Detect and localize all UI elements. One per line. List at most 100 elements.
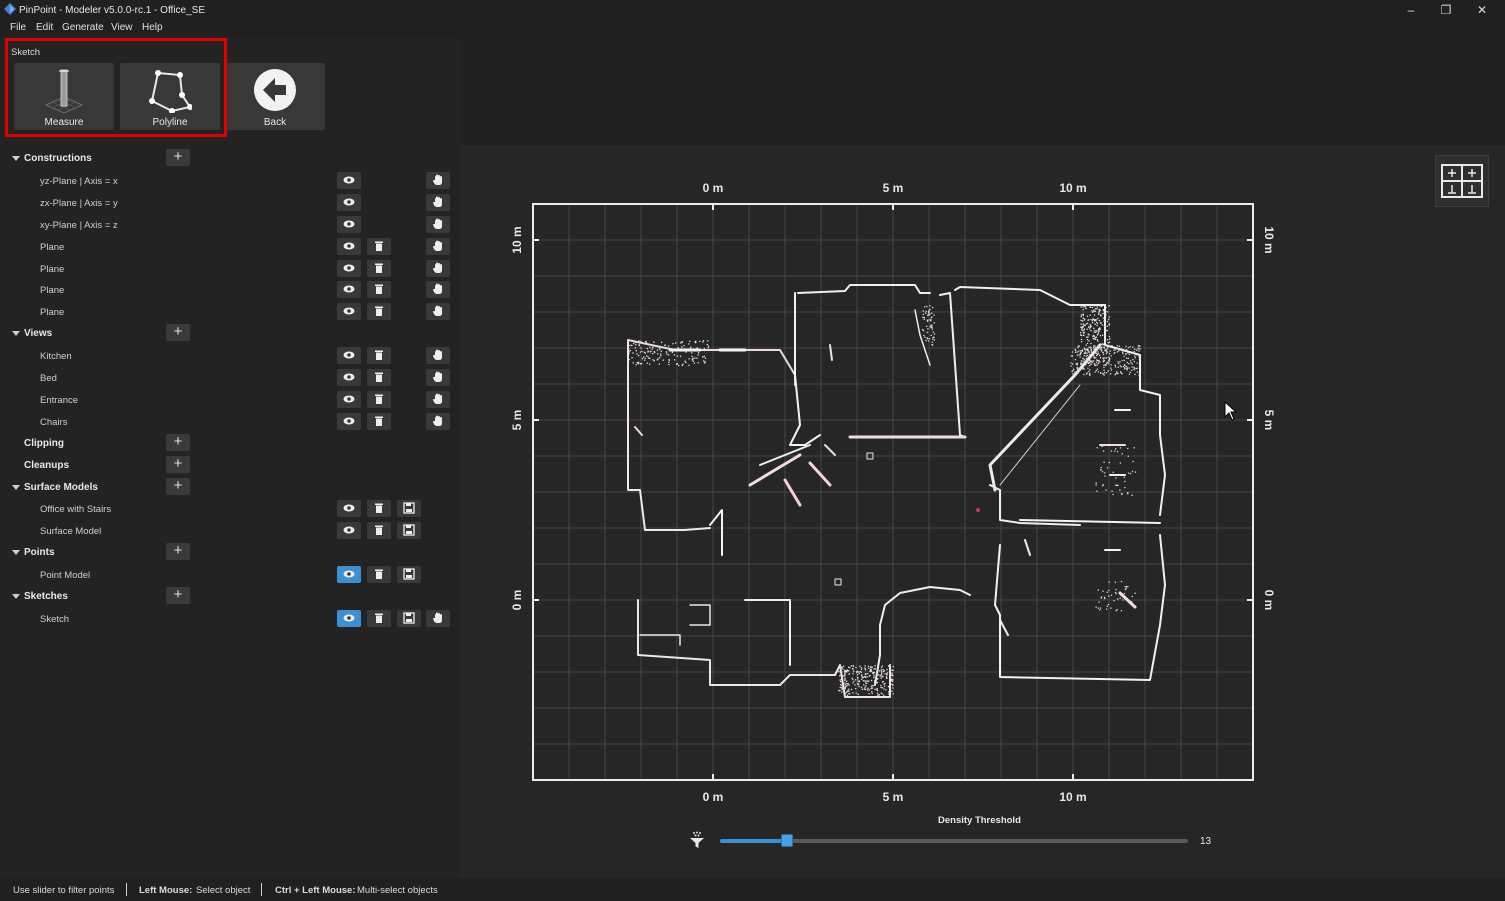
move-button[interactable] — [426, 215, 450, 233]
status-ctrl-action: Multi-select objects — [357, 885, 438, 896]
move-button[interactable] — [426, 303, 450, 321]
add-clipping-button[interactable]: + — [166, 433, 190, 451]
add-cleanups-button[interactable]: + — [166, 455, 190, 473]
move-button[interactable] — [426, 609, 450, 627]
move-icon — [433, 393, 442, 404]
visibility-icon — [343, 220, 355, 228]
visibility-button[interactable] — [337, 347, 361, 365]
tree-item-label[interactable]: xy-Plane | Axis = z — [40, 220, 118, 231]
expand-caret-icon[interactable] — [12, 594, 20, 599]
tree-item-label[interactable]: Entrance — [40, 395, 78, 406]
delete-button[interactable] — [367, 369, 391, 386]
visibility-button[interactable] — [337, 303, 361, 321]
back-button[interactable]: Back — [225, 63, 325, 130]
save-button[interactable] — [397, 522, 421, 540]
expand-caret-icon[interactable] — [12, 550, 20, 556]
visibility-button[interactable] — [337, 171, 361, 189]
visibility-button[interactable] — [337, 237, 361, 255]
menu-edit[interactable]: Edit — [36, 22, 53, 33]
visibility-icon — [343, 373, 355, 381]
tree-item-label[interactable]: Kitchen — [40, 351, 72, 362]
add-points-button[interactable]: + — [166, 543, 190, 561]
menu-view[interactable]: View — [111, 22, 133, 33]
delete-icon — [375, 350, 383, 361]
visibility-button[interactable] — [337, 609, 361, 627]
delete-button[interactable] — [367, 412, 391, 430]
visibility-button[interactable] — [337, 281, 361, 299]
visibility-button[interactable] — [337, 259, 361, 277]
move-icon — [433, 415, 442, 426]
visibility-button[interactable] — [337, 566, 361, 584]
tree-item-label[interactable]: Sketch — [40, 614, 69, 625]
status-left-mouse-action: Select object — [196, 885, 251, 896]
save-icon — [403, 568, 415, 580]
visibility-button[interactable] — [337, 369, 361, 386]
delete-icon — [375, 284, 383, 295]
selection-highlight — [5, 38, 227, 137]
delete-button[interactable] — [367, 237, 391, 255]
density-threshold-label: Density Threshold — [938, 815, 1021, 826]
visibility-icon — [343, 198, 355, 206]
tree-item-label[interactable]: Plane — [40, 307, 64, 318]
move-button[interactable] — [426, 171, 450, 189]
density-slider[interactable] — [720, 834, 1188, 847]
tree-item-label[interactable]: Bed — [40, 373, 57, 384]
delete-button[interactable] — [367, 347, 391, 365]
move-button[interactable] — [426, 281, 450, 299]
tree-item-label[interactable]: Chairs — [40, 417, 67, 428]
tree-item-label[interactable]: yz-Plane | Axis = x — [40, 176, 118, 187]
delete-icon — [375, 263, 383, 273]
tree-item-label[interactable]: Point Model — [40, 570, 90, 581]
add-surface-models-button[interactable]: + — [166, 477, 190, 495]
move-button[interactable] — [426, 237, 450, 255]
delete-button[interactable] — [367, 522, 391, 540]
move-button[interactable] — [426, 412, 450, 430]
tree-item-label[interactable]: zx-Plane | Axis = y — [40, 198, 118, 209]
tree-item-label[interactable]: Plane — [40, 264, 64, 275]
move-button[interactable] — [426, 369, 450, 386]
expand-caret-icon[interactable] — [12, 484, 20, 490]
3d-viewport[interactable]: 0 m 0 m 5 m 5 m 10 m 10 m 10 m 10 m 5 m 5 m 0 m 0 m — [460, 145, 1505, 878]
move-button[interactable] — [426, 259, 450, 277]
delete-button[interactable] — [367, 259, 391, 277]
tree-item-label[interactable]: Office with Stairs — [40, 504, 111, 515]
visibility-icon — [343, 307, 355, 315]
add-sketches-button[interactable]: + — [166, 587, 190, 604]
delete-button[interactable] — [367, 566, 391, 584]
move-icon — [433, 305, 442, 317]
delete-button[interactable] — [367, 303, 391, 321]
visibility-button[interactable] — [337, 390, 361, 408]
delete-button[interactable] — [367, 500, 391, 518]
menu-file[interactable]: File — [10, 22, 26, 33]
menu-generate[interactable]: Generate — [62, 22, 104, 33]
delete-button[interactable] — [367, 281, 391, 299]
tree-section-label: Points — [24, 547, 55, 559]
save-button[interactable] — [397, 566, 421, 584]
move-button[interactable] — [426, 347, 450, 365]
density-slider-thumb[interactable] — [781, 834, 793, 847]
add-constructions-button[interactable]: + — [166, 149, 190, 166]
tree-item-label[interactable]: Plane — [40, 285, 64, 296]
visibility-button[interactable] — [337, 412, 361, 430]
tree-item-label[interactable]: Plane — [40, 242, 64, 253]
delete-button[interactable] — [367, 390, 391, 408]
move-button[interactable] — [426, 193, 450, 211]
visibility-button[interactable] — [337, 215, 361, 233]
delete-button[interactable] — [367, 609, 391, 627]
expand-caret-icon[interactable] — [12, 156, 20, 161]
expand-caret-icon[interactable] — [12, 331, 20, 337]
menu-help[interactable]: Help — [142, 22, 163, 33]
layout-toggle-button[interactable] — [1435, 155, 1489, 207]
left-tick-label: 5 m — [510, 410, 524, 431]
close-button[interactable]: ✕ — [1464, 0, 1500, 20]
save-button[interactable] — [397, 609, 421, 627]
visibility-button[interactable] — [337, 193, 361, 211]
visibility-button[interactable] — [337, 522, 361, 540]
save-button[interactable] — [397, 500, 421, 518]
minimize-button[interactable]: – — [1393, 0, 1429, 20]
visibility-button[interactable] — [337, 500, 361, 518]
tree-item-label[interactable]: Surface Model — [40, 526, 101, 537]
move-button[interactable] — [426, 390, 450, 408]
restore-button[interactable]: ❐ — [1428, 0, 1464, 20]
add-views-button[interactable]: + — [166, 324, 190, 342]
